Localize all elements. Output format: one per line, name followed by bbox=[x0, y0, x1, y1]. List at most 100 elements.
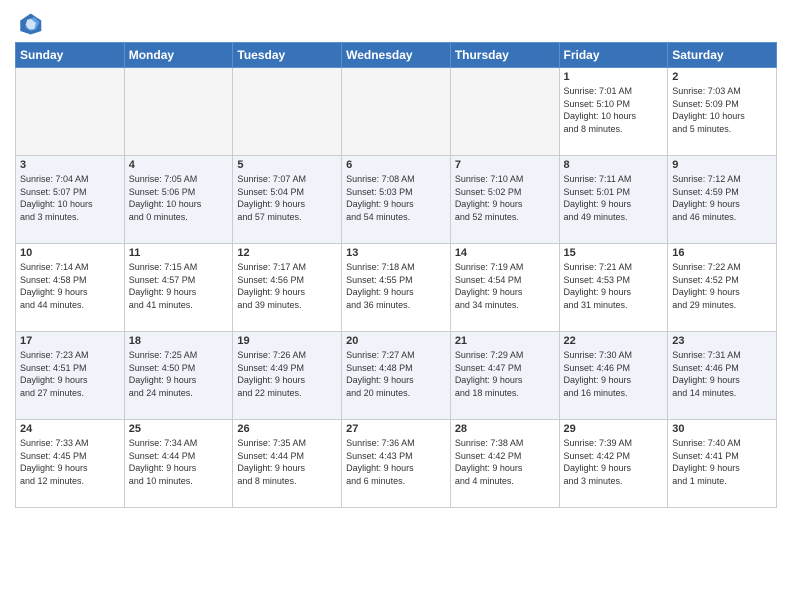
day-number: 16 bbox=[672, 247, 772, 259]
calendar-week-4: 17Sunrise: 7:23 AMSunset: 4:51 PMDayligh… bbox=[16, 332, 777, 420]
calendar-cell bbox=[450, 68, 559, 156]
day-number: 27 bbox=[346, 423, 446, 435]
calendar-cell bbox=[233, 68, 342, 156]
day-info: Sunrise: 7:14 AMSunset: 4:58 PMDaylight:… bbox=[20, 261, 120, 311]
day-info: Sunrise: 7:12 AMSunset: 4:59 PMDaylight:… bbox=[672, 173, 772, 223]
day-info: Sunrise: 7:27 AMSunset: 4:48 PMDaylight:… bbox=[346, 349, 446, 399]
logo-icon bbox=[15, 10, 43, 38]
calendar-cell: 2 Sunrise: 7:03 AMSunset: 5:09 PMDaylight… bbox=[668, 68, 777, 156]
col-header-tuesday: Tuesday bbox=[233, 43, 342, 68]
day-info: Sunrise: 7:03 AMSunset: 5:09 PMDaylight:… bbox=[672, 85, 772, 135]
calendar-cell: 20 Sunrise: 7:27 AMSunset: 4:48 PMDayligh… bbox=[342, 332, 451, 420]
calendar-cell: 27 Sunrise: 7:36 AMSunset: 4:43 PMDayligh… bbox=[342, 420, 451, 508]
day-number: 3 bbox=[20, 159, 120, 171]
day-number: 1 bbox=[564, 71, 664, 83]
day-number: 26 bbox=[237, 423, 337, 435]
calendar-cell: 22Sunrise: 7:30 AMSunset: 4:46 PMDayligh… bbox=[559, 332, 668, 420]
col-header-wednesday: Wednesday bbox=[342, 43, 451, 68]
day-number: 8 bbox=[564, 159, 664, 171]
calendar-cell: 23 Sunrise: 7:31 AMSunset: 4:46 PMDayligh… bbox=[668, 332, 777, 420]
day-number: 15 bbox=[564, 247, 664, 259]
day-info: Sunrise: 7:19 AMSunset: 4:54 PMDaylight:… bbox=[455, 261, 555, 311]
calendar-cell bbox=[124, 68, 233, 156]
col-header-sunday: Sunday bbox=[16, 43, 125, 68]
day-number: 4 bbox=[129, 159, 229, 171]
calendar-cell: 8 Sunrise: 7:11 AMSunset: 5:01 PMDaylight… bbox=[559, 156, 668, 244]
header bbox=[15, 10, 777, 38]
day-number: 6 bbox=[346, 159, 446, 171]
calendar-week-3: 10 Sunrise: 7:14 AMSunset: 4:58 PMDayligh… bbox=[16, 244, 777, 332]
header-row: SundayMondayTuesdayWednesdayThursdayFrid… bbox=[16, 43, 777, 68]
calendar-cell: 11 Sunrise: 7:15 AMSunset: 4:57 PMDayligh… bbox=[124, 244, 233, 332]
day-number: 21 bbox=[455, 335, 555, 347]
calendar-cell: 28 Sunrise: 7:38 AMSunset: 4:42 PMDayligh… bbox=[450, 420, 559, 508]
day-info: Sunrise: 7:40 AMSunset: 4:41 PMDaylight:… bbox=[672, 437, 772, 487]
day-info: Sunrise: 7:25 AMSunset: 4:50 PMDaylight:… bbox=[129, 349, 229, 399]
calendar-cell bbox=[342, 68, 451, 156]
calendar-cell: 24 Sunrise: 7:33 AMSunset: 4:45 PMDayligh… bbox=[16, 420, 125, 508]
logo bbox=[15, 10, 47, 38]
day-number: 10 bbox=[20, 247, 120, 259]
day-info: Sunrise: 7:35 AMSunset: 4:44 PMDaylight:… bbox=[237, 437, 337, 487]
calendar-cell: 3 Sunrise: 7:04 AMSunset: 5:07 PMDaylight… bbox=[16, 156, 125, 244]
calendar-cell: 10 Sunrise: 7:14 AMSunset: 4:58 PMDayligh… bbox=[16, 244, 125, 332]
day-number: 24 bbox=[20, 423, 120, 435]
calendar-cell: 19 Sunrise: 7:26 AMSunset: 4:49 PMDayligh… bbox=[233, 332, 342, 420]
day-info: Sunrise: 7:04 AMSunset: 5:07 PMDaylight:… bbox=[20, 173, 120, 223]
calendar-cell: 30Sunrise: 7:40 AMSunset: 4:41 PMDayligh… bbox=[668, 420, 777, 508]
day-info: Sunrise: 7:38 AMSunset: 4:42 PMDaylight:… bbox=[455, 437, 555, 487]
calendar-cell: 6 Sunrise: 7:08 AMSunset: 5:03 PMDaylight… bbox=[342, 156, 451, 244]
day-number: 20 bbox=[346, 335, 446, 347]
day-number: 7 bbox=[455, 159, 555, 171]
calendar-cell: 7 Sunrise: 7:10 AMSunset: 5:02 PMDaylight… bbox=[450, 156, 559, 244]
day-info: Sunrise: 7:15 AMSunset: 4:57 PMDaylight:… bbox=[129, 261, 229, 311]
calendar-cell: 25 Sunrise: 7:34 AMSunset: 4:44 PMDayligh… bbox=[124, 420, 233, 508]
day-number: 14 bbox=[455, 247, 555, 259]
day-number: 25 bbox=[129, 423, 229, 435]
day-number: 28 bbox=[455, 423, 555, 435]
day-info: Sunrise: 7:36 AMSunset: 4:43 PMDaylight:… bbox=[346, 437, 446, 487]
day-number: 18 bbox=[129, 335, 229, 347]
day-info: Sunrise: 7:39 AMSunset: 4:42 PMDaylight:… bbox=[564, 437, 664, 487]
calendar-cell: 18 Sunrise: 7:25 AMSunset: 4:50 PMDayligh… bbox=[124, 332, 233, 420]
day-info: Sunrise: 7:08 AMSunset: 5:03 PMDaylight:… bbox=[346, 173, 446, 223]
day-number: 9 bbox=[672, 159, 772, 171]
calendar-cell: 15Sunrise: 7:21 AMSunset: 4:53 PMDayligh… bbox=[559, 244, 668, 332]
calendar-cell: 13Sunrise: 7:18 AMSunset: 4:55 PMDayligh… bbox=[342, 244, 451, 332]
calendar-cell: 12 Sunrise: 7:17 AMSunset: 4:56 PMDayligh… bbox=[233, 244, 342, 332]
day-number: 29 bbox=[564, 423, 664, 435]
day-info: Sunrise: 7:17 AMSunset: 4:56 PMDaylight:… bbox=[237, 261, 337, 311]
col-header-monday: Monday bbox=[124, 43, 233, 68]
col-header-thursday: Thursday bbox=[450, 43, 559, 68]
calendar-cell: 9 Sunrise: 7:12 AMSunset: 4:59 PMDaylight… bbox=[668, 156, 777, 244]
calendar-week-5: 24 Sunrise: 7:33 AMSunset: 4:45 PMDayligh… bbox=[16, 420, 777, 508]
calendar-cell: 1Sunrise: 7:01 AMSunset: 5:10 PMDaylight… bbox=[559, 68, 668, 156]
day-number: 5 bbox=[237, 159, 337, 171]
day-number: 23 bbox=[672, 335, 772, 347]
day-number: 2 bbox=[672, 71, 772, 83]
calendar-cell: 21Sunrise: 7:29 AMSunset: 4:47 PMDayligh… bbox=[450, 332, 559, 420]
calendar-table: SundayMondayTuesdayWednesdayThursdayFrid… bbox=[15, 42, 777, 508]
day-info: Sunrise: 7:34 AMSunset: 4:44 PMDaylight:… bbox=[129, 437, 229, 487]
calendar-cell: 29 Sunrise: 7:39 AMSunset: 4:42 PMDayligh… bbox=[559, 420, 668, 508]
day-number: 12 bbox=[237, 247, 337, 259]
day-info: Sunrise: 7:23 AMSunset: 4:51 PMDaylight:… bbox=[20, 349, 120, 399]
day-number: 22 bbox=[564, 335, 664, 347]
day-info: Sunrise: 7:07 AMSunset: 5:04 PMDaylight:… bbox=[237, 173, 337, 223]
col-header-saturday: Saturday bbox=[668, 43, 777, 68]
calendar-cell: 4Sunrise: 7:05 AMSunset: 5:06 PMDaylight… bbox=[124, 156, 233, 244]
day-number: 11 bbox=[129, 247, 229, 259]
day-info: Sunrise: 7:10 AMSunset: 5:02 PMDaylight:… bbox=[455, 173, 555, 223]
calendar-cell: 14 Sunrise: 7:19 AMSunset: 4:54 PMDayligh… bbox=[450, 244, 559, 332]
day-info: Sunrise: 7:26 AMSunset: 4:49 PMDaylight:… bbox=[237, 349, 337, 399]
day-info: Sunrise: 7:31 AMSunset: 4:46 PMDaylight:… bbox=[672, 349, 772, 399]
calendar-cell bbox=[16, 68, 125, 156]
calendar-cell: 5 Sunrise: 7:07 AMSunset: 5:04 PMDaylight… bbox=[233, 156, 342, 244]
day-info: Sunrise: 7:33 AMSunset: 4:45 PMDaylight:… bbox=[20, 437, 120, 487]
day-info: Sunrise: 7:22 AMSunset: 4:52 PMDaylight:… bbox=[672, 261, 772, 311]
day-info: Sunrise: 7:18 AMSunset: 4:55 PMDaylight:… bbox=[346, 261, 446, 311]
calendar-cell: 17Sunrise: 7:23 AMSunset: 4:51 PMDayligh… bbox=[16, 332, 125, 420]
day-info: Sunrise: 7:11 AMSunset: 5:01 PMDaylight:… bbox=[564, 173, 664, 223]
day-number: 19 bbox=[237, 335, 337, 347]
page: SundayMondayTuesdayWednesdayThursdayFrid… bbox=[0, 0, 792, 518]
